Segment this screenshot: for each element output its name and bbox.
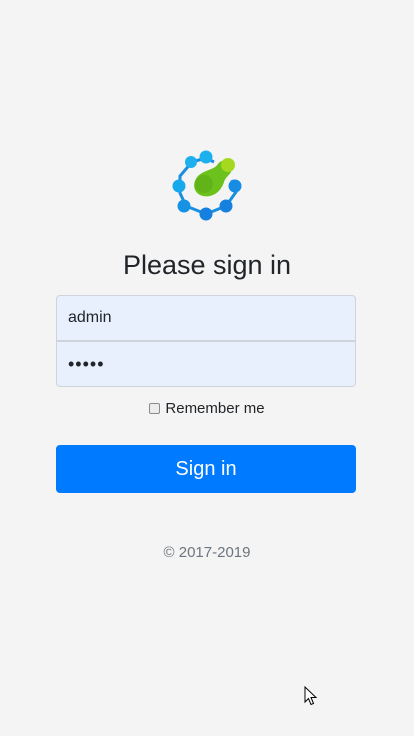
login-page: Please sign in Remember me Sign in © 201… bbox=[0, 0, 414, 736]
remember-me-label: Remember me bbox=[165, 400, 265, 417]
username-input[interactable] bbox=[56, 295, 356, 341]
app-logo-icon bbox=[172, 150, 242, 221]
copyright-text: © 2017-2019 bbox=[163, 544, 251, 561]
password-input[interactable] bbox=[56, 341, 356, 387]
remember-me-row[interactable]: Remember me bbox=[0, 398, 414, 420]
mouse-pointer-icon bbox=[304, 686, 318, 706]
sign-in-button[interactable]: Sign in bbox=[56, 445, 356, 493]
remember-me-checkbox[interactable] bbox=[149, 403, 161, 414]
page-title: Please sign in bbox=[122, 250, 292, 280]
